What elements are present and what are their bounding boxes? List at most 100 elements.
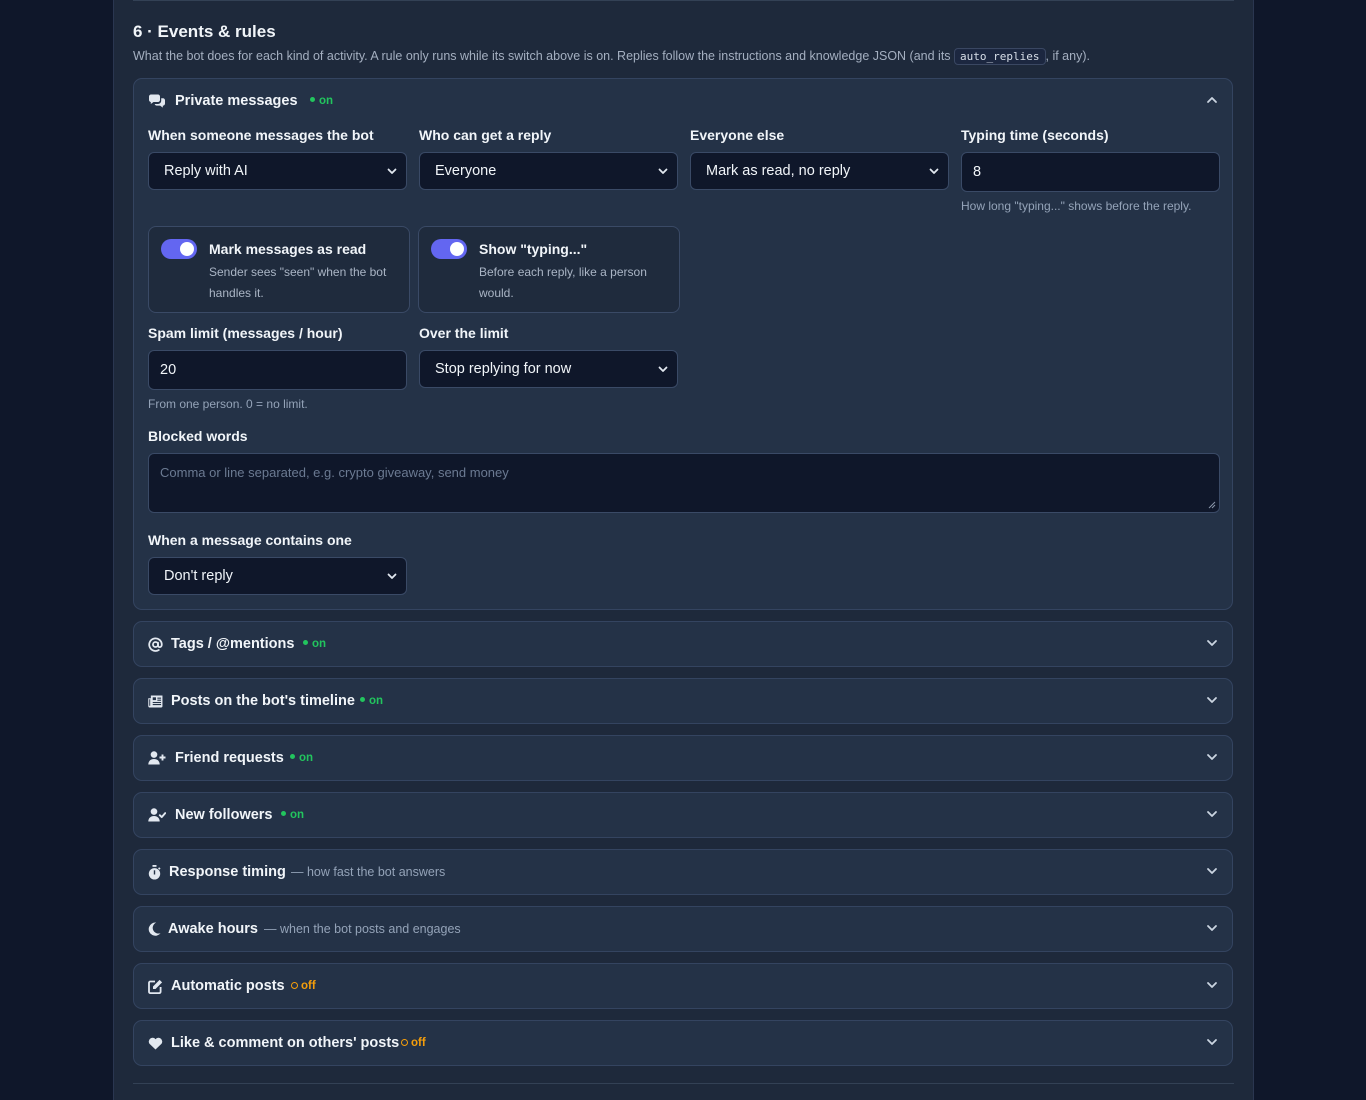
chevron-down-icon [929, 168, 939, 174]
accordion-subtitle: — how fast the bot answers [291, 865, 446, 879]
chevron-down-icon [1207, 697, 1217, 703]
chevron-down-icon [387, 168, 397, 174]
spam-limit-input[interactable]: 20 [148, 350, 407, 390]
everyone-else-label: Everyone else [690, 127, 785, 143]
chevron-down-icon [1207, 982, 1217, 988]
when-messaged-select[interactable]: Reply with AI [148, 152, 407, 190]
chevron-down-icon [1207, 640, 1217, 646]
moon-icon [147, 921, 161, 937]
blocked-words-placeholder: Comma or line separated, e.g. crypto giv… [160, 465, 509, 480]
comments-icon [148, 93, 166, 109]
newspaper-icon [147, 693, 163, 709]
everyone-else-value: Mark as read, no reply [706, 163, 851, 179]
edit-icon [147, 978, 163, 994]
contains-action-value: Don't reply [164, 568, 233, 584]
toggle-knob [180, 242, 194, 256]
accordion-title: Like & comment on others' posts [171, 1035, 400, 1051]
who-reply-value: Everyone [435, 163, 497, 179]
chevron-down-icon [1207, 754, 1217, 760]
status-dot [360, 697, 365, 702]
accordion-title: New followers [175, 807, 273, 823]
user-plus-icon [148, 750, 166, 766]
accordion-title: Response timing [169, 864, 286, 880]
accordion-header[interactable]: Response timing — how fast the bot answe… [134, 850, 1232, 894]
accordion-header[interactable]: Automatic posts off [134, 964, 1232, 1008]
accordion-header[interactable]: Like & comment on others' posts off [134, 1021, 1232, 1065]
status-text: off [301, 980, 316, 992]
accordion-title: Awake hours [168, 921, 258, 937]
mark-read-card: Mark messages as read Sender sees "seen"… [148, 226, 410, 313]
bottom-divider [133, 1083, 1234, 1084]
mark-read-title: Mark messages as read [209, 241, 367, 257]
accordion-like-comment[interactable]: Like & comment on others' posts off [133, 1020, 1233, 1066]
accordion-header[interactable]: Posts on the bot's timeline on [134, 679, 1232, 723]
accordion-header[interactable]: Tags / @mentions on [134, 622, 1232, 666]
chevron-down-icon [658, 168, 668, 174]
main-panel: 6 · Events & rules What the bot does for… [113, 0, 1254, 1100]
heart-icon [147, 1035, 163, 1051]
accordion-title: Friend requests [175, 750, 284, 766]
when-messaged-label: When someone messages the bot [148, 127, 374, 143]
accordion-awake-hours[interactable]: Awake hours — when the bot posts and eng… [133, 906, 1233, 952]
accordion-title: Automatic posts [171, 978, 285, 994]
description-text-end: , if any). [1045, 49, 1090, 63]
resize-handle-icon[interactable] [1208, 501, 1216, 509]
top-divider [133, 0, 1234, 1]
accordion-title: Tags / @mentions [171, 636, 295, 652]
spam-limit-hint: From one person. 0 = no limit. [148, 397, 308, 411]
when-messaged-value: Reply with AI [164, 163, 248, 179]
status-text: on [319, 95, 334, 107]
accordion-friend-requests[interactable]: Friend requests on [133, 735, 1233, 781]
over-limit-select[interactable]: Stop replying for now [419, 350, 678, 388]
typing-time-label: Typing time (seconds) [961, 127, 1109, 143]
mark-read-toggle[interactable] [161, 239, 197, 259]
show-typing-title: Show "typing..." [479, 241, 588, 257]
private-messages-title: Private messages [175, 93, 298, 109]
status-text: on [369, 695, 384, 707]
over-limit-label: Over the limit [419, 325, 509, 341]
status-ring [401, 1039, 408, 1046]
section-title: 6 · Events & rules [133, 22, 276, 41]
who-reply-select[interactable]: Everyone [419, 152, 678, 190]
status-badge: on [310, 93, 333, 107]
chevron-down-icon [387, 573, 397, 579]
contains-label: When a message contains one [148, 532, 352, 548]
who-reply-label: Who can get a reply [419, 127, 552, 143]
accordion-new-followers[interactable]: New followers on [133, 792, 1233, 838]
typing-time-input[interactable]: 8 [961, 152, 1220, 192]
contains-action-select[interactable]: Don't reply [148, 557, 407, 595]
status-badge: on [281, 807, 304, 821]
blocked-words-textarea[interactable]: Comma or line separated, e.g. crypto giv… [148, 453, 1220, 513]
auto-replies-code: auto_replies [954, 48, 1046, 65]
accordion-automatic-posts[interactable]: Automatic posts off [133, 963, 1233, 1009]
status-badge: on [290, 750, 313, 764]
accordion-header[interactable]: New followers on [134, 793, 1232, 837]
accordion-timeline-posts[interactable]: Posts on the bot's timeline on [133, 678, 1233, 724]
accordion-mentions[interactable]: Tags / @mentions on [133, 621, 1233, 667]
accordion-header[interactable]: Friend requests on [134, 736, 1232, 780]
spam-limit-label: Spam limit (messages / hour) [148, 325, 343, 341]
status-dot [303, 640, 308, 645]
typing-time-value: 8 [973, 164, 982, 180]
status-text: on [299, 752, 314, 764]
show-typing-toggle[interactable] [431, 239, 467, 259]
accordion-response-timing[interactable]: Response timing — how fast the bot answe… [133, 849, 1233, 895]
status-text: on [290, 809, 305, 821]
status-dot [290, 754, 295, 759]
description-text: What the bot does for each kind of activ… [133, 49, 955, 63]
chevron-down-icon [1207, 1039, 1217, 1045]
user-check-icon [148, 807, 166, 823]
at-icon [147, 636, 163, 652]
status-badge: off [291, 978, 316, 992]
status-text: on [312, 638, 327, 650]
chevron-up-icon[interactable] [1206, 94, 1218, 106]
status-ring [291, 982, 298, 989]
accordion-header[interactable]: Awake hours — when the bot posts and eng… [134, 907, 1232, 951]
status-text: off [411, 1037, 426, 1049]
chevron-down-icon [1207, 811, 1217, 817]
status-dot [281, 811, 286, 816]
private-messages-header[interactable]: Private messages on [134, 79, 1232, 123]
everyone-else-select[interactable]: Mark as read, no reply [690, 152, 949, 190]
blocked-words-label: Blocked words [148, 428, 248, 444]
section-description: What the bot does for each kind of activ… [133, 48, 1090, 65]
